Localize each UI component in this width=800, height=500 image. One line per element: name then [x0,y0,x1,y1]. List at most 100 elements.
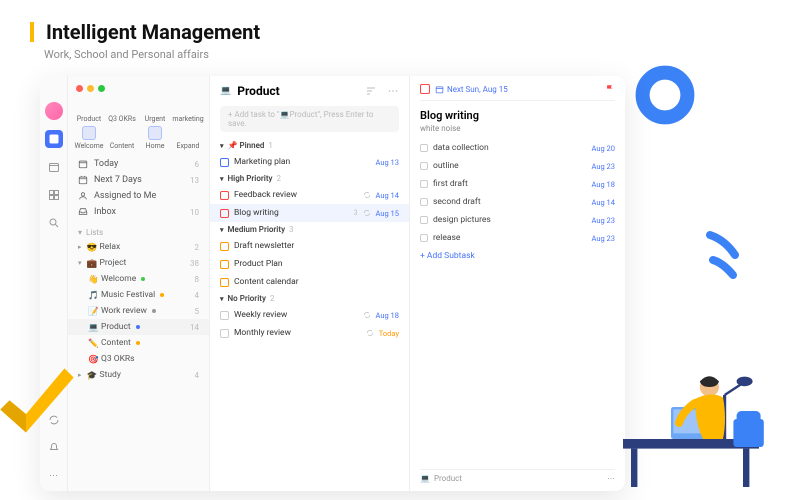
list-icon: 💻 [220,86,231,96]
subtask-row[interactable]: releaseAug 23 [420,229,615,247]
subtask-checkbox[interactable] [420,180,428,188]
list-color-dot [160,293,164,297]
rail-calendar-icon[interactable] [45,158,63,176]
subtask-row[interactable]: first draftAug 18 [420,175,615,193]
detail-header: Next Sun, Aug 15 [420,84,615,101]
deco-ring [630,60,700,130]
subtask-row[interactable]: second draftAug 14 [420,193,615,211]
quick-product[interactable]: Product [74,99,104,123]
task-name: Monthly review [234,328,361,338]
smart-today[interactable]: Today6 [68,156,209,172]
task-row[interactable]: Product Plan [210,255,409,273]
list-count: 14 [190,323,199,332]
task-date: Today [379,329,399,338]
list-label: Study [100,370,121,380]
subtask-row[interactable]: design picturesAug 23 [420,211,615,229]
list-welcome[interactable]: 👋Welcome8 [68,271,209,287]
task-row[interactable]: Content calendar [210,273,409,291]
list-count: 4 [195,291,200,300]
group-header[interactable]: ▾No Priority 2 [210,291,409,306]
list-work-review[interactable]: 📝Work review5 [68,303,209,319]
subtask-name: second draft [433,197,587,207]
list-label: Q3 OKRs [101,354,135,364]
subtask-row[interactable]: outline Aug 23 [420,157,615,175]
rail-tasks-icon[interactable] [45,130,63,148]
min-dot[interactable] [87,85,94,92]
list-project[interactable]: ▾💼Project38 [68,255,209,271]
detail-checkbox[interactable] [420,84,430,94]
rail-matrix-icon[interactable] [45,186,63,204]
add-subtask[interactable]: + Add Subtask [420,247,615,265]
flag-icon[interactable] [605,84,615,94]
smart-count: 10 [190,208,199,217]
task-checkbox[interactable] [220,242,229,251]
group-header[interactable]: ▾High Priority 2 [210,171,409,186]
quick-marketing[interactable]: marketing [173,99,203,123]
window-controls [68,80,209,97]
list-product[interactable]: 💻Product14 [68,319,209,335]
list-content[interactable]: ✏️Content [68,335,209,351]
task-row[interactable]: Monthly review Today [210,324,409,342]
group-header[interactable]: ▾Medium Priority 3 [210,222,409,237]
smart-week[interactable]: Next 7 Days13 [68,172,209,188]
subtask-checkbox[interactable] [420,162,428,170]
task-row[interactable]: Blog writing3Aug 15 [210,204,409,222]
task-date: Aug 18 [376,311,400,320]
quick-home[interactable]: Home [140,126,170,150]
repeat-icon [363,209,371,217]
max-dot[interactable] [98,85,105,92]
list-music-festival[interactable]: 🎵Music Festival4 [68,287,209,303]
subtask-checkbox[interactable] [420,216,428,224]
group-header[interactable]: ▾📌 Pinned 1 [210,138,409,153]
quick-expand[interactable]: Expand [173,126,203,150]
rail-search-icon[interactable] [45,214,63,232]
subtask-date: Aug 23 [592,162,616,171]
quick-content[interactable]: Content [107,126,137,150]
list-relax[interactable]: ▸😎Relax2 [68,239,209,255]
deco-checkmark [0,350,92,460]
smart-assigned[interactable]: Assigned to Me [68,188,209,204]
task-checkbox[interactable] [220,278,229,287]
task-checkbox[interactable] [220,260,229,269]
footer-list-icon: 💻 [420,474,430,483]
subtask-name: outline [433,161,587,171]
more-icon[interactable] [387,85,399,97]
subtask-checkbox[interactable] [420,234,428,242]
add-task-input[interactable]: + Add task to "💻Product", Press Enter to… [220,106,399,132]
avatar[interactable] [45,102,63,120]
task-date: Aug 14 [376,191,400,200]
subtask-checkbox[interactable] [420,144,428,152]
sort-icon[interactable] [365,85,377,97]
detail-note[interactable]: white noise [420,124,615,139]
task-checkbox[interactable] [220,191,229,200]
rail-more-icon[interactable]: ⋯ [45,467,63,485]
footer-more-icon[interactable]: ⋯ [607,474,615,483]
list-label: Product [101,322,131,332]
task-row[interactable]: Weekly reviewAug 18 [210,306,409,324]
task-checkbox[interactable] [220,209,229,218]
subtask-date: Aug 18 [592,180,616,189]
quick-access: ProductQ3 OKRsUrgentmarketing WelcomeCont… [68,97,209,152]
quick-urgent[interactable]: Urgent [140,99,170,123]
subtask-checkbox[interactable] [420,198,428,206]
quick-welcome[interactable]: Welcome [74,126,104,150]
close-dot[interactable] [76,85,83,92]
task-checkbox[interactable] [220,311,229,320]
task-row[interactable]: Feedback reviewAug 14 [210,186,409,204]
subtask-row[interactable]: data collectionAug 20 [420,139,615,157]
section-lists[interactable]: ▾Lists [68,224,209,239]
task-checkbox[interactable] [220,329,229,338]
footer-list-name[interactable]: Product [434,474,462,483]
week-icon [78,175,88,185]
detail-date[interactable]: Next Sun, Aug 15 [435,85,508,94]
smart-inbox[interactable]: Inbox10 [68,204,209,220]
repeat-icon [363,311,371,319]
quick-q3 okrs[interactable]: Q3 OKRs [107,99,137,123]
task-row[interactable]: Draft newsletter [210,237,409,255]
task-row[interactable]: Marketing planAug 13 [210,153,409,171]
task-checkbox[interactable] [220,158,229,167]
list-emoji-icon: 👋 [88,275,96,283]
task-date: Aug 15 [376,209,400,218]
list-count: 8 [195,275,200,284]
detail-title[interactable]: Blog writing [420,101,615,124]
